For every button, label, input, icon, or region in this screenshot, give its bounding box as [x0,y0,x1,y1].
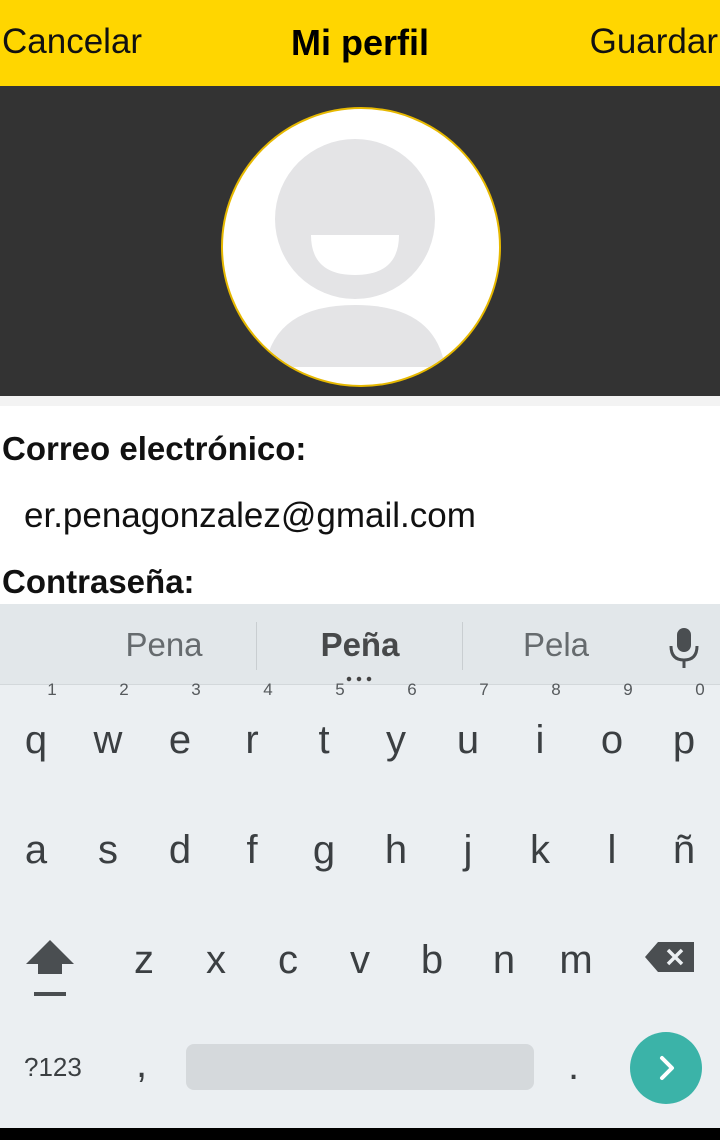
section-divider [0,396,720,406]
enter-arrow-icon [660,1056,674,1080]
key-t[interactable]: 5t [288,680,360,763]
key-e[interactable]: 3e [144,680,216,763]
suggestion-item-selected[interactable]: Peña [270,626,450,664]
key-p[interactable]: 0p [648,680,720,763]
suggestion-item[interactable]: Pela [466,626,646,664]
key-o[interactable]: 9o [576,680,648,763]
key-i[interactable]: 8i [504,680,576,763]
key-w[interactable]: 2w [72,680,144,763]
key-f[interactable]: f [216,828,288,873]
profile-banner [0,86,720,396]
enter-button[interactable] [630,1032,702,1104]
password-label: Contraseña: [2,563,195,600]
system-nav-bar [0,1128,720,1140]
key-y[interactable]: 6y [360,680,432,763]
key-v[interactable]: v [324,938,396,983]
key-j[interactable]: j [432,828,504,873]
divider [462,622,463,670]
key-s[interactable]: s [72,828,144,873]
comma-key[interactable]: , [136,1042,147,1087]
key-u[interactable]: 7u [432,680,504,763]
avatar-placeholder-icon [265,139,445,367]
soft-keyboard: Pena Peña Pela 1q 2w 3e 4r 5t 6y 7u 8i 9… [0,604,720,1128]
email-field[interactable]: er.penagonzalez@gmail.com [24,496,476,536]
key-m[interactable]: m [540,938,612,983]
period-key[interactable]: . [568,1044,579,1089]
backspace-icon[interactable] [644,940,696,974]
mic-icon[interactable] [660,624,708,672]
symbols-key[interactable]: ?123 [24,1052,82,1083]
key-x[interactable]: x [180,938,252,983]
key-n[interactable]: n [468,938,540,983]
suggestion-strip: Pena Peña Pela [0,604,720,685]
key-h[interactable]: h [360,828,432,873]
top-app-bar: Cancelar Mi perfil Guardar [0,0,720,86]
email-label: Correo electrónico: [2,430,307,467]
avatar[interactable] [221,107,501,387]
key-a[interactable]: a [0,828,72,873]
key-d[interactable]: d [144,828,216,873]
key-g[interactable]: g [288,828,360,873]
key-c[interactable]: c [252,938,324,983]
divider [256,622,257,670]
key-b[interactable]: b [396,938,468,983]
suggestion-item[interactable]: Pena [74,626,254,664]
key-n-tilde[interactable]: ñ [648,828,720,873]
key-r[interactable]: 4r [216,680,288,763]
key-z[interactable]: z [108,938,180,983]
space-bar[interactable] [186,1044,534,1090]
key-q[interactable]: 1q [0,680,72,763]
key-k[interactable]: k [504,828,576,873]
key-l[interactable]: l [576,828,648,873]
save-button[interactable]: Guardar [590,22,718,62]
shift-icon[interactable] [22,934,78,1000]
